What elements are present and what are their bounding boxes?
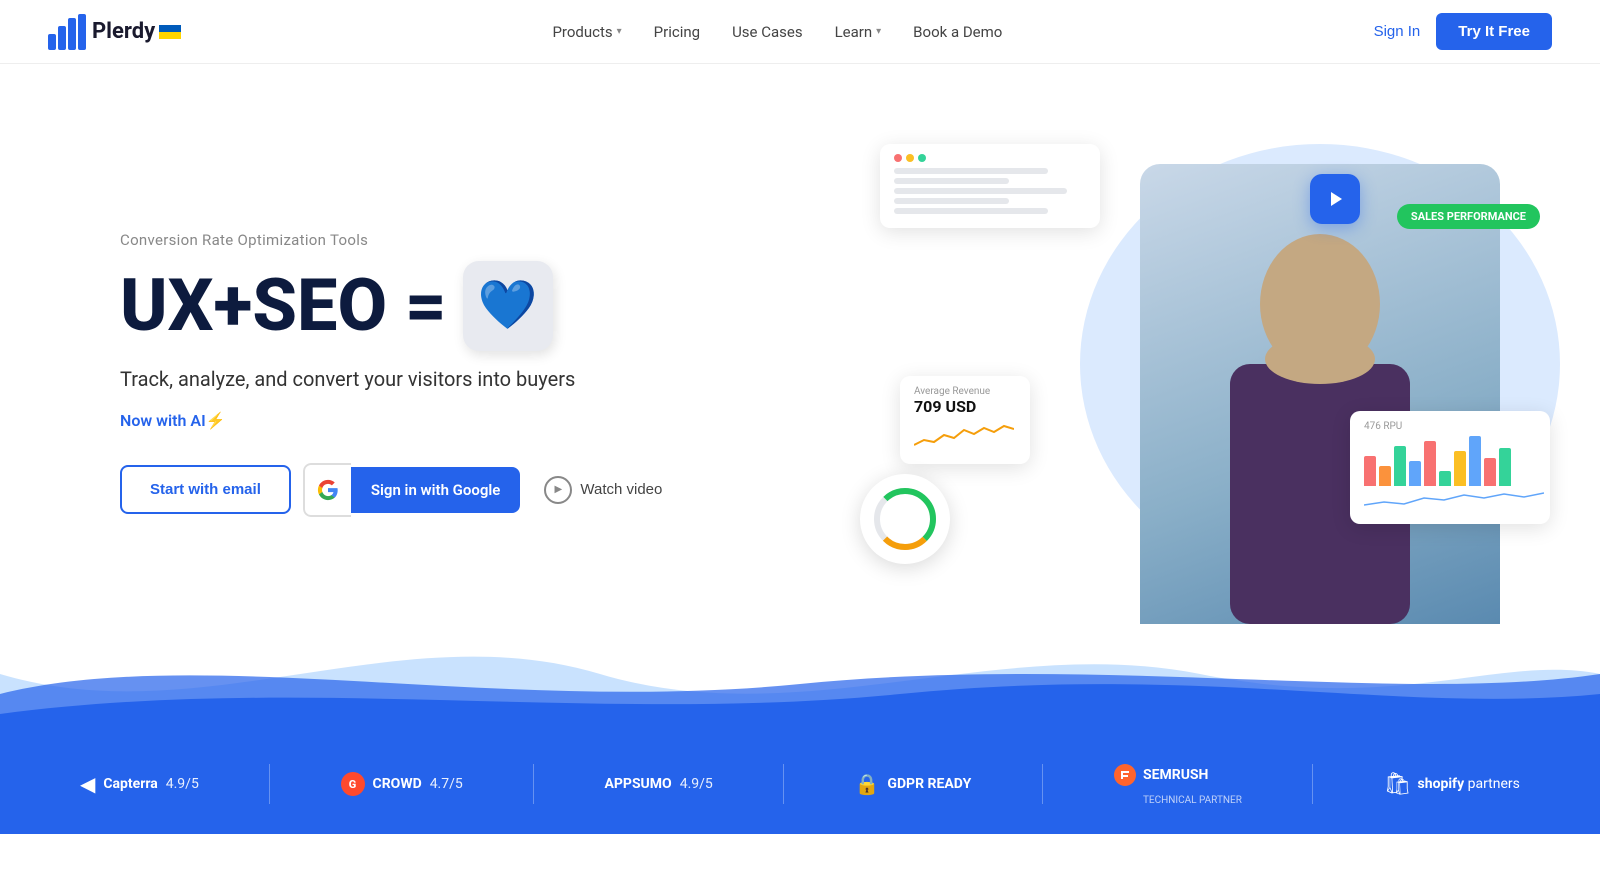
signin-button[interactable]: Sign In <box>1374 23 1421 40</box>
shopify-suffix: partners <box>1468 776 1520 792</box>
crowd-name: CROWD <box>373 776 422 792</box>
hero-section: Conversion Rate Optimization Tools UX+SE… <box>0 64 1600 624</box>
logo-text: Plerdy <box>92 19 155 44</box>
nav-book-demo[interactable]: Book a Demo <box>913 23 1002 41</box>
play-icon: ▶ <box>544 476 572 504</box>
nav-links: Products ▾ Pricing Use Cases Learn ▾ Boo… <box>552 23 1002 41</box>
capterra-name: Capterra <box>103 776 157 792</box>
revenue-value: 709 USD <box>914 397 1016 416</box>
capterra-icon: ◀ <box>80 772 95 796</box>
gauge-card <box>860 474 950 564</box>
nav-learn[interactable]: Learn ▾ <box>835 23 882 41</box>
gdpr-badge: 🔒 GDPR READY <box>855 772 972 796</box>
hero-heading: UX+SEO = 💙 <box>120 261 674 351</box>
divider-4 <box>1042 764 1043 804</box>
nav-products[interactable]: Products ▾ <box>552 23 621 41</box>
hero-illustration: Average Revenue 709 USD SALES PERFORMANC… <box>880 124 1520 624</box>
appsumo-name: APPSUMO <box>604 776 671 792</box>
semrush-badge: SEMRUSH TECHNICAL PARTNER <box>1113 763 1242 806</box>
ukraine-flag <box>159 25 181 39</box>
shopify-label: shopify <box>1418 776 1465 792</box>
shopify-badge: 🛍 shopify partners <box>1384 772 1520 797</box>
nav-pricing[interactable]: Pricing <box>654 23 700 41</box>
shopify-icon: 🛍 <box>1384 772 1412 797</box>
nav-right: Sign In Try It Free <box>1374 13 1552 50</box>
chart-card: 476 RPU <box>1350 411 1550 524</box>
start-email-button[interactable]: Start with email <box>120 465 291 514</box>
chevron-down-icon: ▾ <box>617 26 622 37</box>
semrush-sub: TECHNICAL PARTNER <box>1143 795 1242 806</box>
person-image <box>1140 164 1500 624</box>
bottom-bar: ◀ Capterra 4.9/5 G CROWD 4.7/5 APPSUMO 4… <box>0 734 1600 834</box>
heart-icon-box: 💙 <box>463 261 553 351</box>
revenue-card: Average Revenue 709 USD <box>900 376 1030 464</box>
navbar: Plerdy Products ▾ Pricing Use Cases Lear… <box>0 0 1600 64</box>
google-button-label: Sign in with Google <box>351 467 521 513</box>
video-icon-card <box>1310 174 1360 224</box>
divider-2 <box>533 764 534 804</box>
wave-shape <box>0 614 1600 734</box>
semrush-icon <box>1113 763 1137 787</box>
dashboard-card-top <box>880 144 1100 228</box>
capterra-badge: ◀ Capterra 4.9/5 <box>80 772 199 796</box>
gdpr-label: GDPR READY <box>887 776 971 792</box>
revenue-label: Average Revenue <box>914 386 1016 397</box>
chevron-down-icon: ▾ <box>876 26 881 37</box>
watch-video-button[interactable]: ▶ Watch video <box>532 462 674 518</box>
wave-section: ◀ Capterra 4.9/5 G CROWD 4.7/5 APPSUMO 4… <box>0 614 1600 834</box>
hero-ai-badge: Now with AI⚡ <box>120 411 674 430</box>
appsumo-score: 4.9/5 <box>680 776 713 792</box>
sales-performance-badge: SALES PERFORMANCE <box>1397 204 1540 229</box>
hero-actions: Start with email Sign in with Google ▶ W… <box>120 462 674 518</box>
lock-icon: 🔒 <box>855 772 880 796</box>
nav-use-cases[interactable]: Use Cases <box>732 23 803 41</box>
divider-5 <box>1312 764 1313 804</box>
semrush-name: SEMRUSH <box>1143 767 1208 783</box>
capterra-score: 4.9/5 <box>166 776 199 792</box>
try-free-button[interactable]: Try It Free <box>1436 13 1552 50</box>
g2-icon: G <box>341 772 365 796</box>
g2-badge: G CROWD 4.7/5 <box>341 772 463 796</box>
appsumo-badge: APPSUMO 4.9/5 <box>604 776 712 792</box>
hero-description: Track, analyze, and convert your visitor… <box>120 367 674 391</box>
divider-3 <box>783 764 784 804</box>
chart-bars <box>1364 436 1536 486</box>
hero-subtitle: Conversion Rate Optimization Tools <box>120 231 674 249</box>
signin-google-button[interactable]: Sign in with Google <box>303 463 521 517</box>
crowd-score: 4.7/5 <box>430 776 463 792</box>
google-icon <box>303 463 351 517</box>
logo[interactable]: Plerdy <box>48 14 181 50</box>
hero-content: Conversion Rate Optimization Tools UX+SE… <box>120 231 674 518</box>
divider-1 <box>269 764 270 804</box>
